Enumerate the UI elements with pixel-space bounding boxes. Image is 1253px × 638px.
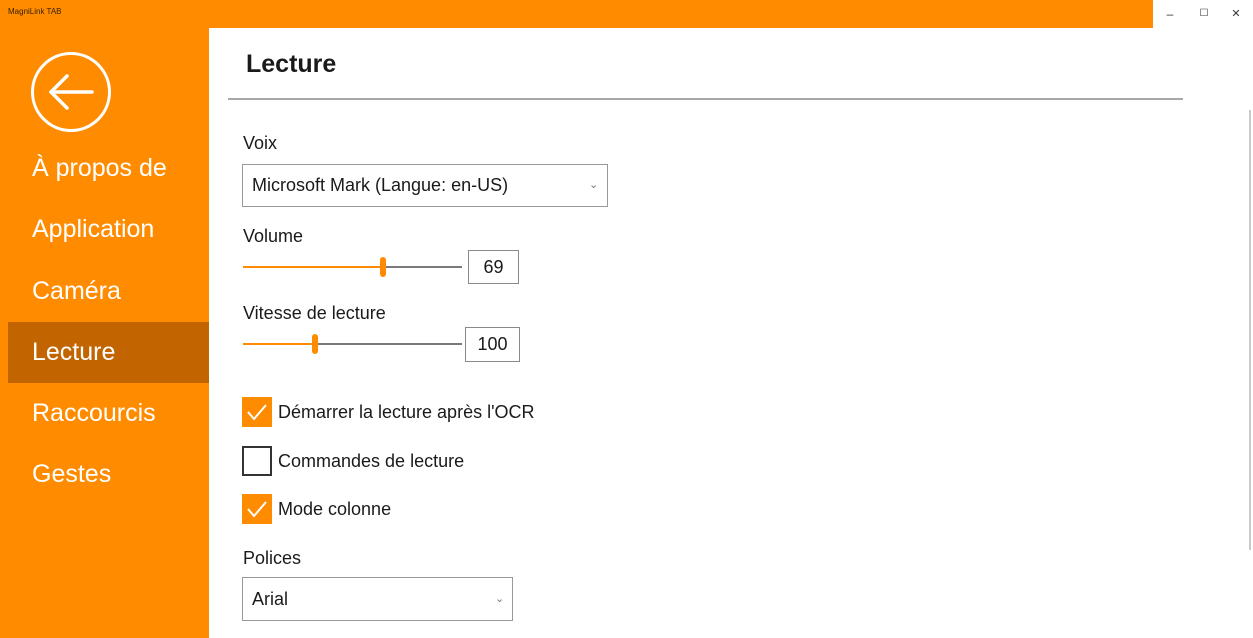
speed-thumb[interactable] (312, 334, 318, 354)
chevron-down-icon: ⌄ (495, 593, 505, 605)
sidebar-item-gestes[interactable]: Gestes (8, 444, 209, 505)
speed-track-filled (243, 343, 315, 345)
minimize-button[interactable]: – (1159, 4, 1181, 24)
main-content: Lecture Voix Microsoft Mark (Langue: en-… (209, 28, 1253, 638)
sidebar-item-a-propos[interactable]: À propos de (8, 138, 209, 199)
close-button[interactable]: ✕ (1225, 4, 1247, 24)
voice-label: Voix (243, 133, 278, 153)
page-title: Lecture (246, 50, 337, 78)
sidebar-item-raccourcis[interactable]: Raccourcis (8, 383, 209, 444)
sidebar-item-camera[interactable]: Caméra (8, 261, 209, 322)
checkmark-icon (247, 404, 267, 421)
speed-label: Vitesse de lecture (243, 303, 386, 323)
back-button[interactable] (31, 52, 111, 132)
ocr-autostart-label[interactable]: Démarrer la lecture après l'OCR (278, 402, 535, 423)
window-title: MagniLink TAB (8, 7, 62, 16)
reading-controls-label[interactable]: Commandes de lecture (278, 451, 464, 472)
maximize-button[interactable]: ☐ (1193, 4, 1215, 24)
voice-select[interactable]: Microsoft Mark (Langue: en-US) ⌄ (242, 164, 608, 207)
scrollbar[interactable] (1249, 110, 1251, 550)
speed-input[interactable]: 100 (465, 327, 520, 362)
reading-controls-checkbox[interactable] (242, 446, 272, 476)
speed-slider[interactable] (243, 334, 462, 354)
volume-track (383, 266, 462, 268)
sidebar: À propos de Application Caméra Lecture R… (0, 28, 209, 638)
back-arrow-icon (49, 74, 94, 110)
title-divider (228, 98, 1183, 100)
fonts-label: Polices (243, 548, 302, 568)
column-mode-label[interactable]: Mode colonne (278, 499, 391, 520)
volume-slider[interactable] (243, 257, 462, 277)
volume-label: Volume (243, 226, 304, 246)
volume-track-filled (243, 266, 383, 268)
title-bar-background: MagniLink TAB (0, 0, 1153, 28)
column-mode-checkbox[interactable] (242, 494, 272, 524)
window-controls: – ☐ ✕ (1153, 0, 1253, 28)
sidebar-item-lecture[interactable]: Lecture (8, 322, 209, 383)
volume-input[interactable]: 69 (468, 250, 519, 284)
ocr-autostart-checkbox[interactable] (242, 397, 272, 427)
sidebar-item-application[interactable]: Application (8, 199, 209, 260)
checkmark-icon (247, 501, 267, 518)
voice-select-value: Microsoft Mark (Langue: en-US) (252, 175, 509, 195)
title-bar: MagniLink TAB – ☐ ✕ (0, 0, 1253, 28)
fonts-select[interactable]: Arial ⌄ (242, 577, 513, 621)
speed-track (315, 343, 462, 345)
chevron-down-icon: ⌄ (589, 179, 599, 191)
volume-thumb[interactable] (380, 257, 386, 277)
fonts-select-value: Arial (252, 589, 289, 609)
